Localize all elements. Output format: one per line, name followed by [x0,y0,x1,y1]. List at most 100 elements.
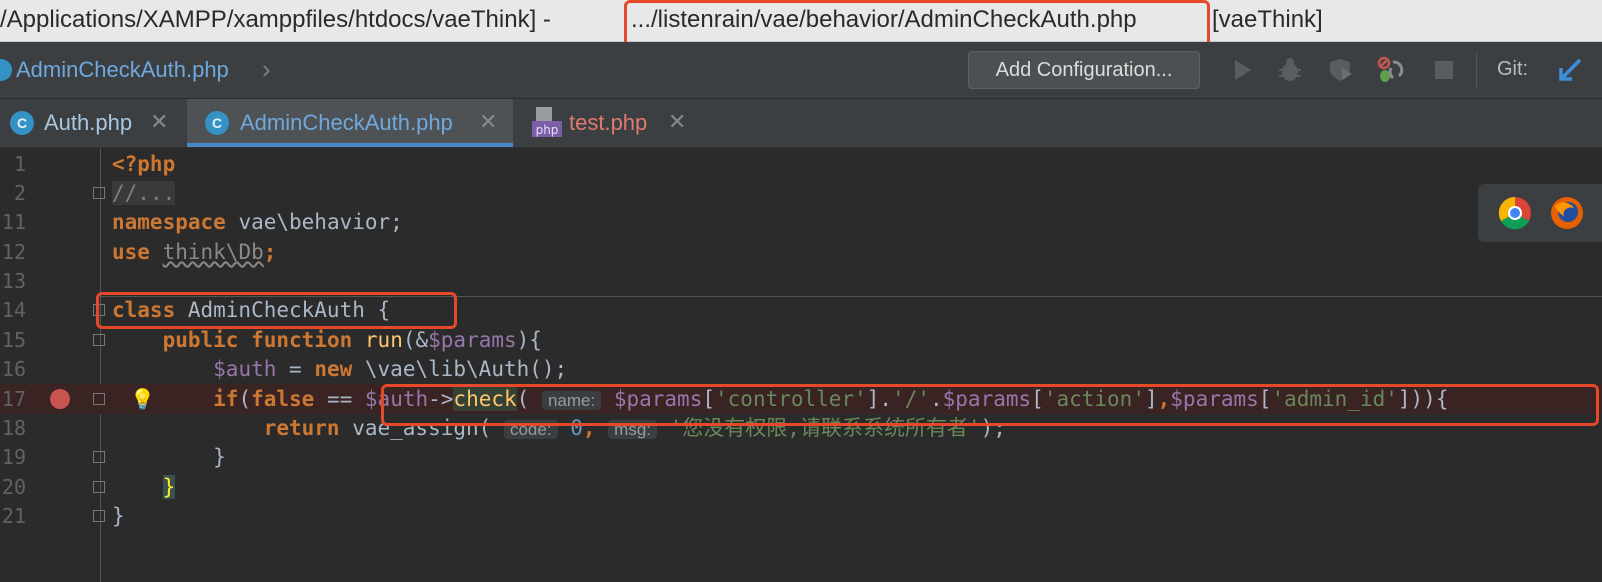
code-token: vae\behavior; [225,210,403,234]
code-token: ( [238,387,252,411]
git-label: Git: [1497,58,1529,80]
line-number: 14 [1,298,26,322]
profiler-icon[interactable] [1376,56,1404,84]
code-text: } [112,442,226,472]
variable: $params [1170,387,1259,411]
line-number: 18 [1,416,26,440]
code-token: ){ [516,328,542,352]
line-number: 20 [1,475,26,499]
class-file-icon [0,59,12,81]
code-line-21: 21 } [0,501,1602,531]
code-token: -> [428,387,454,411]
variable: $params [428,328,517,352]
window-title-path: .../listenrain/vae/behavior/AdminCheckAu… [631,6,1137,33]
keyword: public [162,328,239,352]
chrome-icon[interactable] [1498,196,1532,230]
code-line-18: 18 return vae_assign( code: 0, msg: '您没有… [0,413,1602,443]
code-token: . [879,387,893,411]
code-token: == [314,387,365,411]
firefox-icon[interactable] [1550,196,1584,230]
line-number: 15 [1,328,26,352]
run-icon[interactable] [1228,56,1256,84]
keyword: false [251,387,315,411]
line-number: 12 [1,240,26,264]
close-icon[interactable]: ✕ [668,109,686,135]
tab-label: Auth.php [44,110,133,135]
code-text: public function run(&$params){ [112,325,542,355]
code-line-11: 11 namespace vae\behavior; [0,207,1602,237]
code-line-2: 2 //... [0,178,1602,208]
code-token: , [1157,387,1171,411]
code-token: vae_assign( [339,416,504,440]
fold-end-icon[interactable] [93,510,105,522]
breadcrumb-file[interactable]: AdminCheckAuth.php [16,57,229,83]
close-icon[interactable]: ✕ [150,109,168,135]
keyword: class [112,298,176,322]
vcs-update-icon[interactable] [1556,56,1584,84]
code-text: } [112,501,125,531]
code-text: use think\Db; [112,237,276,267]
fold-expand-icon[interactable] [93,187,105,199]
keyword: function [251,328,353,352]
tab-test-php[interactable]: php test.php ✕ [514,99,700,147]
window-title-bar: /Applications/XAMPP/xamppfiles/htdocs/va… [0,0,1602,42]
function-name: run [364,328,403,352]
close-icon[interactable]: ✕ [479,109,497,135]
unused-import: think\Db [162,240,264,264]
keyword: return [263,416,340,440]
line-number: 17 [1,387,26,411]
keyword: new [314,357,353,381]
window-title-project: [vaeThink] [1212,6,1323,33]
code-line-16: 16 $auth = new \vae\lib\Auth(); [0,354,1602,384]
parameter-hint: name: [541,391,602,410]
folded-comment[interactable]: //... [112,181,176,205]
line-number: 19 [1,445,26,469]
fold-end-icon[interactable] [93,481,105,493]
method-name: check [453,387,517,411]
code-line-12: 12 use think\Db; [0,237,1602,267]
string-literal: '/' [892,387,930,411]
tab-admincheckauth-php[interactable]: C AdminCheckAuth.php ✕ [187,99,513,147]
parameter-hint: code: [503,420,558,439]
php-open-tag: <?php [112,152,176,176]
string-literal: 'action' [1043,387,1145,411]
code-line-19: 19 } [0,442,1602,472]
stop-icon[interactable] [1430,56,1458,84]
variable: $params [613,387,703,411]
line-number: 16 [1,357,26,381]
debug-icon[interactable] [1276,56,1304,84]
php-file-icon: php [532,107,562,137]
code-token: ); [980,416,1006,440]
code-text: <?php [112,149,175,179]
add-configuration-button[interactable]: Add Configuration... [968,51,1200,89]
code-token: = [276,357,315,381]
code-token: \vae\lib\Auth(); [352,357,568,381]
fold-end-icon[interactable] [93,451,105,463]
code-text: //... [112,178,176,208]
code-line-1: 1 <?php [0,149,1602,179]
tab-auth-php[interactable]: C Auth.php ✕ [0,99,186,147]
fold-collapse-icon[interactable] [93,393,105,405]
coverage-icon[interactable] [1326,56,1354,84]
code-text: if(false == $auth->check( name: $params[… [213,387,1449,411]
string-literal: 'admin_id' [1271,387,1398,411]
keyword: if [213,387,239,411]
code-text: class AdminCheckAuth { [112,295,390,325]
fold-collapse-icon[interactable] [93,334,105,346]
code-token: ; [263,240,277,264]
code-token: ( [516,387,542,411]
code-token: AdminCheckAuth { [175,298,391,322]
number-literal: 0 [570,416,583,440]
class-file-icon: C [10,111,34,135]
code-token: (& [402,328,429,352]
editor-tab-bar: C Auth.php ✕ C AdminCheckAuth.php ✕ php … [0,99,1602,148]
code-token: } [213,445,226,469]
code-editor[interactable]: 1 <?php 2 //... 11 namespace vae\behavio… [0,148,1602,582]
code-text: } [112,472,176,502]
parameter-hint: msg: [608,420,657,439]
code-text: namespace vae\behavior; [112,207,403,237]
breakpoint-icon[interactable] [50,389,70,409]
fold-collapse-icon[interactable] [93,304,105,316]
code-line-14: 14 class AdminCheckAuth { [0,295,1602,325]
code-token: ])){ [1397,387,1449,411]
